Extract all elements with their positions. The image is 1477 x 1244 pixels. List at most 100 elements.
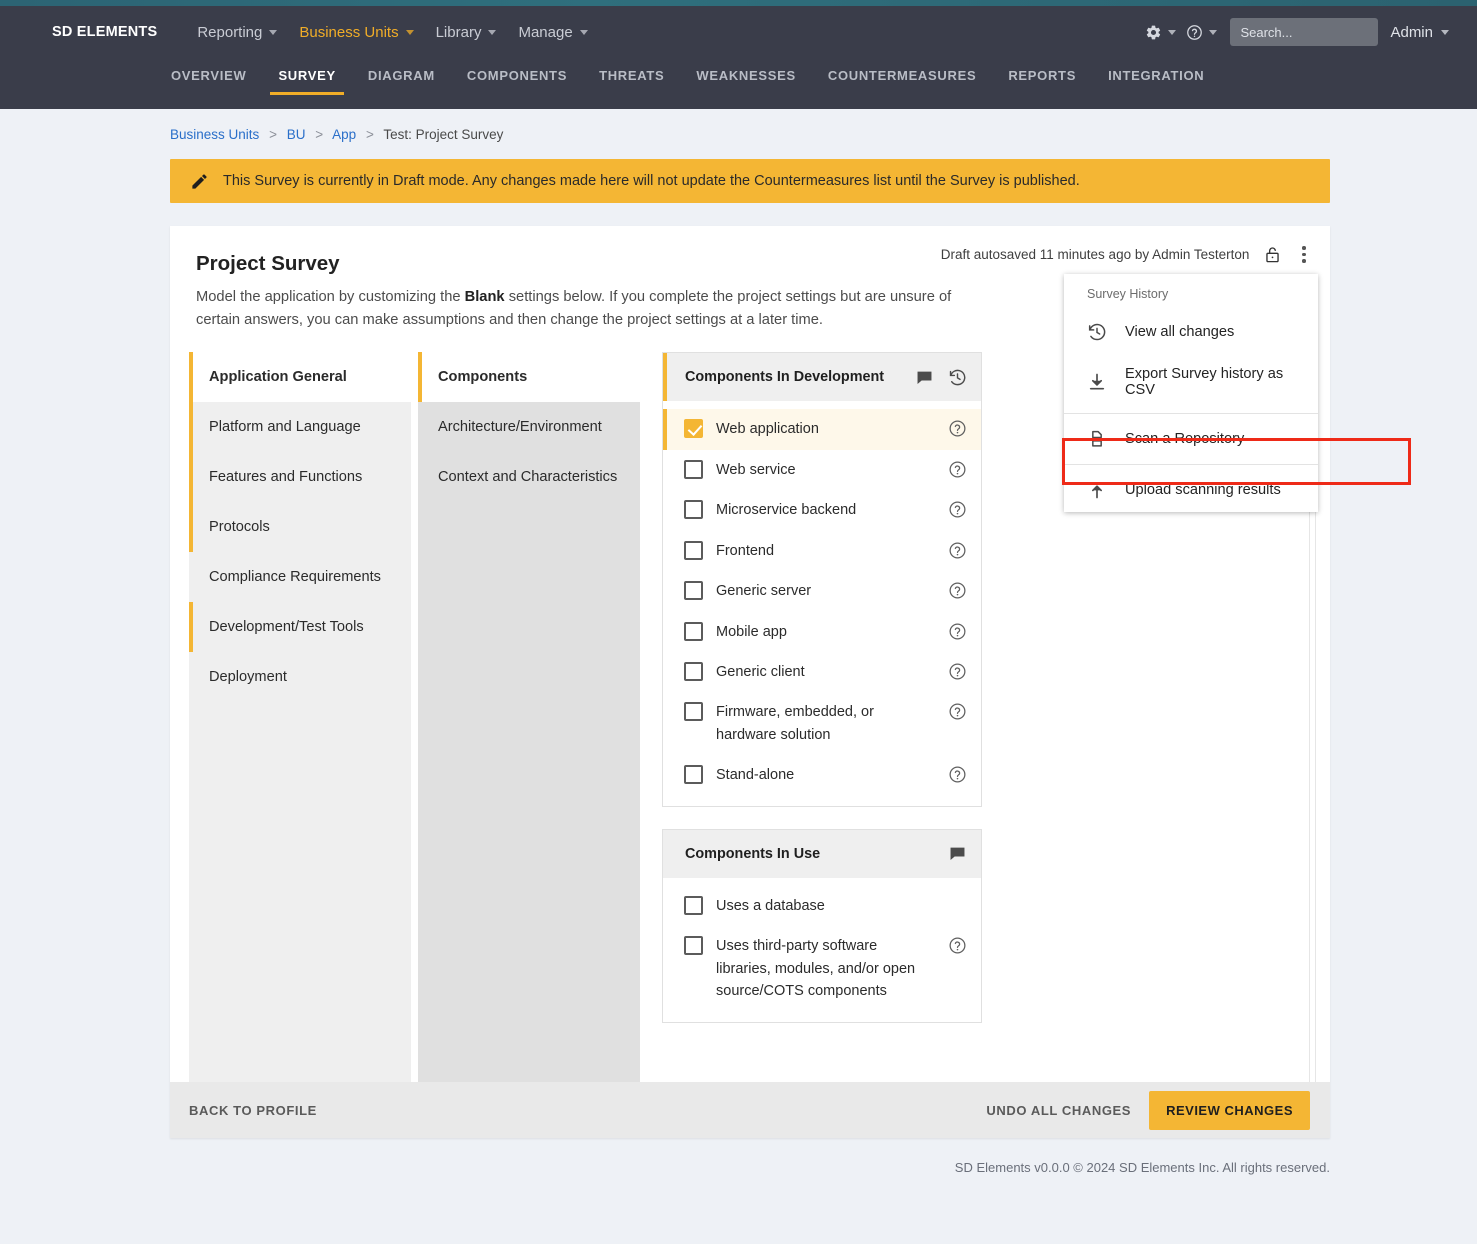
review-changes-button[interactable]: REVIEW CHANGES	[1149, 1091, 1310, 1130]
menu-item-label: Export Survey history as CSV	[1125, 366, 1308, 398]
survey-description: Model the application by customizing the…	[196, 286, 986, 332]
help-circle-icon[interactable]	[948, 541, 967, 560]
breadcrumb-item-app[interactable]: App	[332, 127, 356, 142]
panel-title: Components In Development	[685, 369, 884, 385]
nav-item-library[interactable]: Library	[426, 18, 507, 47]
history-icon[interactable]	[948, 368, 967, 387]
download-icon	[1087, 372, 1107, 392]
sidebar-item-features-and-functions[interactable]: Features and Functions	[189, 452, 411, 502]
option-stand-alone[interactable]: Stand-alone	[663, 755, 981, 795]
menu-item-upload-scanning-results[interactable]: Upload scanning results	[1064, 468, 1318, 512]
sidebar-item-components[interactable]: Components	[418, 352, 640, 402]
option-label: Web application	[716, 418, 935, 440]
checkbox[interactable]	[684, 541, 703, 560]
help-circle-icon[interactable]	[948, 622, 967, 641]
tab-reports[interactable]: REPORTS	[992, 58, 1092, 99]
menu-item-label: Scan a Repository	[1125, 431, 1244, 447]
tab-overview[interactable]: OVERVIEW	[155, 58, 262, 99]
sidebar-item-label: Development/Test Tools	[209, 619, 364, 635]
chevron-down-icon	[1441, 30, 1449, 35]
admin-label: Admin	[1390, 24, 1433, 41]
help-circle-icon[interactable]	[948, 662, 967, 681]
nav-item-reporting[interactable]: Reporting	[187, 18, 287, 47]
tab-countermeasures[interactable]: COUNTERMEASURES	[812, 58, 992, 99]
section-progress-marker	[189, 502, 193, 552]
breadcrumb-item-business-units[interactable]: Business Units	[170, 127, 259, 142]
help-menu-button[interactable]	[1183, 20, 1220, 45]
admin-menu-button[interactable]: Admin	[1390, 24, 1449, 41]
checkbox[interactable]	[684, 622, 703, 641]
help-circle-icon[interactable]	[948, 936, 967, 955]
survey-options-menu-button[interactable]	[1296, 243, 1312, 266]
search-input[interactable]	[1230, 18, 1378, 46]
sidebar-item-platform-and-language[interactable]: Platform and Language	[189, 402, 411, 452]
checkbox[interactable]	[684, 460, 703, 479]
unlock-icon[interactable]	[1263, 245, 1282, 264]
help-circle-icon[interactable]	[948, 460, 967, 479]
checkbox[interactable]	[684, 936, 703, 955]
help-circle-icon[interactable]	[948, 702, 967, 721]
comment-icon[interactable]	[948, 844, 967, 863]
survey-action-bar: BACK TO PROFILE UNDO ALL CHANGES REVIEW …	[170, 1082, 1330, 1138]
undo-all-changes-button[interactable]: UNDO ALL CHANGES	[986, 1103, 1131, 1118]
section-progress-marker	[189, 402, 193, 452]
option-web-service[interactable]: Web service	[663, 450, 981, 490]
nav-item-manage[interactable]: Manage	[508, 18, 597, 47]
option-uses-a-database[interactable]: Uses a database	[663, 886, 981, 926]
option-label: Stand-alone	[716, 764, 935, 786]
tab-weaknesses[interactable]: WEAKNESSES	[680, 58, 811, 99]
sidebar-item-protocols[interactable]: Protocols	[189, 502, 411, 552]
settings-menu-button[interactable]	[1142, 20, 1179, 45]
option-label: Web service	[716, 459, 935, 481]
help-circle-icon[interactable]	[948, 500, 967, 519]
sidebar-item-development-test-tools[interactable]: Development/Test Tools	[189, 602, 411, 652]
option-label: Frontend	[716, 540, 935, 562]
option-generic-client[interactable]: Generic client	[663, 652, 981, 692]
brand-logo[interactable]: SD ELEMENTS	[52, 24, 157, 40]
checkbox[interactable]	[684, 581, 703, 600]
menu-item-view-all-changes[interactable]: View all changes	[1064, 310, 1318, 354]
option-generic-server[interactable]: Generic server	[663, 571, 981, 611]
tab-threats[interactable]: THREATS	[583, 58, 680, 99]
option-mobile-app[interactable]: Mobile app	[663, 612, 981, 652]
draft-mode-banner: This Survey is currently in Draft mode. …	[170, 159, 1330, 203]
help-circle-icon[interactable]	[948, 581, 967, 600]
sidebar-item-compliance-requirements[interactable]: Compliance Requirements	[189, 552, 411, 602]
sidebar-item-deployment[interactable]: Deployment	[189, 652, 411, 702]
tab-integration[interactable]: INTEGRATION	[1092, 58, 1220, 99]
checkbox[interactable]	[684, 419, 703, 438]
menu-item-export-csv[interactable]: Export Survey history as CSV	[1064, 354, 1318, 410]
checkbox[interactable]	[684, 896, 703, 915]
menu-item-scan-repository[interactable]: Scan a Repository	[1064, 417, 1318, 461]
subsection-progress-marker	[418, 402, 422, 452]
option-label: Generic server	[716, 580, 935, 602]
primary-nav: Reporting Business Units Library Manage	[187, 18, 597, 47]
sidebar-item-architecture-environment[interactable]: Architecture/Environment	[418, 402, 640, 452]
sidebar-item-context-and-characteristics[interactable]: Context and Characteristics	[418, 452, 640, 502]
section-nav: Application General Platform and Languag…	[189, 352, 411, 1082]
help-circle-icon[interactable]	[948, 419, 967, 438]
subsection-progress-marker	[418, 452, 422, 502]
sidebar-item-application-general[interactable]: Application General	[189, 352, 411, 402]
checkbox[interactable]	[684, 702, 703, 721]
section-progress-marker	[189, 652, 193, 702]
breadcrumb-item-bu[interactable]: BU	[287, 127, 306, 142]
option-uses-third-party-libraries[interactable]: Uses third-party software libraries, mod…	[663, 926, 981, 1011]
comment-icon[interactable]	[915, 368, 934, 387]
tab-diagram[interactable]: DIAGRAM	[352, 58, 451, 99]
tab-survey[interactable]: SURVEY	[262, 58, 351, 99]
help-circle-icon[interactable]	[948, 765, 967, 784]
option-frontend[interactable]: Frontend	[663, 531, 981, 571]
nav-item-business-units[interactable]: Business Units	[289, 18, 423, 47]
menu-divider	[1064, 413, 1318, 414]
option-firmware-embedded-hardware[interactable]: Firmware, embedded, or hardware solution	[663, 692, 981, 755]
checkbox[interactable]	[684, 662, 703, 681]
tab-label: OVERVIEW	[171, 68, 246, 83]
tab-components[interactable]: COMPONENTS	[451, 58, 583, 99]
option-web-application[interactable]: Web application	[663, 409, 981, 449]
back-to-profile-button[interactable]: BACK TO PROFILE	[189, 1103, 317, 1118]
panel-spacer	[662, 807, 1308, 829]
checkbox[interactable]	[684, 765, 703, 784]
option-microservice-backend[interactable]: Microservice backend	[663, 490, 981, 530]
checkbox[interactable]	[684, 500, 703, 519]
